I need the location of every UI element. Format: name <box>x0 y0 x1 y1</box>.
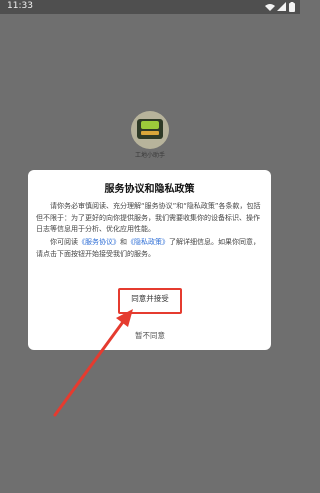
disagree-button[interactable]: 暂不同意 <box>120 328 180 344</box>
privacy-policy-link[interactable]: 《隐私政策》 <box>127 238 169 246</box>
status-time: 11:33 <box>7 1 33 11</box>
service-agreement-link[interactable]: 《服务协议》 <box>78 238 120 246</box>
status-bar: 11:33 <box>0 0 300 14</box>
dialog-paragraph-1: 请你务必审慎阅读、充分理解“服务协议”和“隐私政策”各条款，包括但不限于：为了更… <box>36 202 261 233</box>
agree-button[interactable]: 同意并接受 <box>118 290 182 308</box>
dialog-paragraph-2: 你可阅读《服务协议》和《隐私政策》了解详细信息。如果你同意，请点击下面按钮开始接… <box>36 237 264 260</box>
splash-app-name: 工地小助手 <box>134 152 165 159</box>
battery-icon <box>289 2 295 12</box>
app-logo-icon <box>131 111 169 149</box>
logo-badge <box>137 119 163 139</box>
dialog-title: 服务协议和隐私政策 <box>104 184 195 195</box>
paragraph-2-text-a: 你可阅读 <box>50 238 78 246</box>
wifi-icon <box>265 4 275 11</box>
privacy-dialog: 服务协议和隐私政策 请你务必审慎阅读、充分理解“服务协议”和“隐私政策”各条款，… <box>28 170 271 350</box>
signal-icon <box>277 2 286 11</box>
paragraph-2-text-b: 和 <box>120 238 127 246</box>
logo-sub <box>141 131 159 135</box>
logo-mark <box>141 121 159 129</box>
